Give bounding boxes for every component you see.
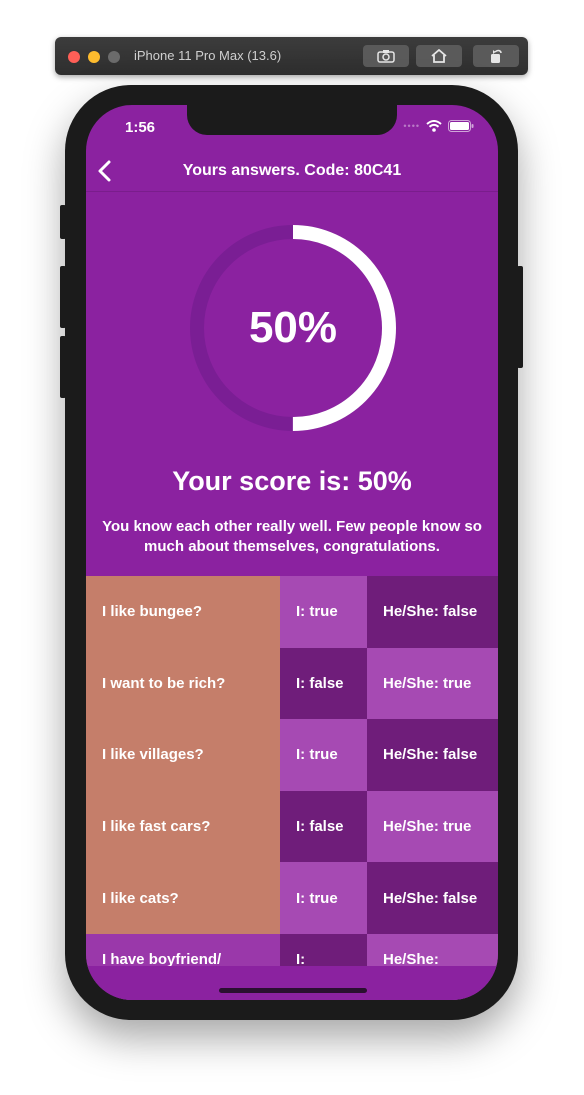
signal-icon: •••• — [403, 121, 420, 131]
bottom-safe-area — [86, 966, 498, 1000]
answer-question: I want to be rich? — [86, 647, 280, 720]
score-percent: 50% — [248, 303, 338, 352]
battery-icon — [448, 120, 474, 132]
answer-question: I like fast cars? — [86, 790, 280, 863]
notch — [187, 105, 397, 135]
answer-theirs: He/She: false — [367, 576, 498, 648]
home-icon — [431, 49, 447, 63]
home-indicator[interactable] — [219, 988, 367, 993]
answer-theirs: He/She: false — [367, 862, 498, 934]
answer-theirs: He/She: false — [367, 719, 498, 791]
answer-mine: I: true — [280, 719, 367, 791]
answer-theirs: He/She: true — [367, 790, 498, 863]
camera-icon — [377, 50, 395, 63]
close-window-button[interactable] — [68, 51, 80, 63]
power-button — [517, 266, 523, 368]
score-headline: Your score is: 50% — [172, 466, 412, 496]
status-time: 1:56 — [125, 119, 156, 136]
answer-question: I like villages? — [86, 719, 280, 791]
answer-mine: I: true — [280, 862, 367, 934]
page-title: Yours answers. Code: 80C41 — [182, 162, 402, 179]
answers-table: I like bungee? I: true He/She: false I want… — [86, 576, 498, 1000]
simulator-title-bar: iPhone 11 Pro Max (13.6) — [55, 37, 528, 75]
answer-row: I like bungee? I: true He/She: false — [86, 576, 498, 648]
rotate-button[interactable] — [473, 45, 519, 67]
simulator-title: iPhone 11 Pro Max (13.6) — [134, 48, 282, 63]
answer-mine: I: true — [280, 576, 367, 648]
status-indicators: •••• — [403, 120, 474, 132]
answer-row: I like cats? I: true He/She: false — [86, 862, 498, 934]
answer-mine: I: false — [280, 790, 367, 863]
minimize-window-button[interactable] — [88, 51, 100, 63]
navigation-bar: Yours answers. Code: 80C41 — [86, 151, 498, 192]
answer-row: I like fast cars? I: false He/She: true — [86, 790, 498, 863]
zoom-window-button[interactable] — [108, 51, 120, 63]
answer-mine: I: false — [280, 647, 367, 720]
answer-row: I like villages? I: true He/She: false — [86, 719, 498, 791]
answer-question: I like cats? — [86, 862, 280, 934]
rotate-icon — [491, 49, 502, 63]
volume-down-button — [60, 336, 66, 398]
answer-theirs: He/She: true — [367, 647, 498, 720]
home-button[interactable] — [416, 45, 462, 67]
mute-switch — [60, 205, 66, 239]
screenshot-button[interactable] — [363, 45, 409, 67]
app-screen: 1:56 •••• Yours answers. Code: 80C41 50%… — [86, 105, 498, 1000]
score-description: You know each other really well. Few peo… — [102, 518, 482, 555]
volume-up-button — [60, 266, 66, 328]
wifi-icon — [426, 120, 442, 132]
answer-row: I want to be rich? I: false He/She: true — [86, 647, 498, 720]
answer-question: I like bungee? — [86, 576, 280, 648]
